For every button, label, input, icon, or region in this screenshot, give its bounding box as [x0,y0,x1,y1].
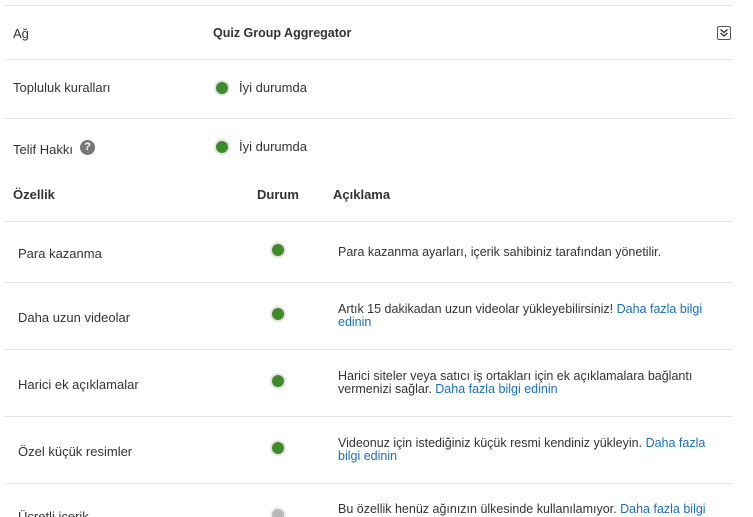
copyright-label: Telif Hakkı [13,142,73,157]
feature-name: Daha uzun videolar [18,310,131,325]
network-label: Ağ [13,26,29,41]
question-circle-icon[interactable]: ? [80,140,95,155]
divider [4,282,733,283]
divider [4,59,733,60]
feature-description: Artık 15 dakikadan uzun videolar yükleye… [338,303,723,329]
community-guidelines-label: Topluluk kuralları [13,80,111,95]
status-enabled-icon [272,244,284,256]
divider [4,118,733,119]
feature-description: Bu özellik henüz ağınızın ülkesinde kull… [338,503,723,516]
description-text: Bu özellik henüz ağınızın ülkesinde kull… [338,502,621,516]
learn-more-link[interactable]: Daha fazla bilgi edinin [435,382,557,396]
divider [4,5,733,6]
description-text: Artık 15 dakikadan uzun videolar yükleye… [338,302,617,316]
column-header-status: Durum [257,187,299,202]
learn-more-link[interactable]: Daha fazla bilgi [620,502,705,516]
divider [4,349,733,350]
expand-button[interactable] [717,26,731,40]
feature-name: Özel küçük resimler [18,444,133,459]
description-text: Para kazanma ayarları, içerik sahibiniz … [338,245,662,259]
description-text: Videonuz için istediğiniz küçük resmi ke… [338,436,646,450]
status-good-icon [216,82,228,94]
community-guidelines-status: İyi durumda [239,80,307,95]
feature-description: Videonuz için istediğiniz küçük resmi ke… [338,437,723,463]
column-header-description: Açıklama [333,187,391,202]
double-chevron-down-icon [720,28,728,37]
channel-status-page: Ağ Quiz Group Aggregator Topluluk kurall… [0,0,753,517]
divider [4,483,733,484]
status-good-icon [216,141,228,153]
status-enabled-icon [272,375,284,387]
feature-name: Ücretli içerik [18,509,89,517]
feature-description: Para kazanma ayarları, içerik sahibiniz … [338,246,723,259]
status-enabled-icon [272,442,284,454]
network-value: Quiz Group Aggregator [213,26,352,40]
feature-description: Harici siteler veya satıcı iş ortakları … [338,370,723,396]
feature-name: Para kazanma [18,246,102,261]
status-enabled-icon [272,308,284,320]
column-header-feature: Özellik [13,187,55,202]
divider [4,221,733,222]
copyright-status: İyi durumda [239,139,307,154]
status-disabled-icon [272,509,284,517]
divider [4,416,733,417]
feature-name: Harici ek açıklamalar [18,377,139,392]
